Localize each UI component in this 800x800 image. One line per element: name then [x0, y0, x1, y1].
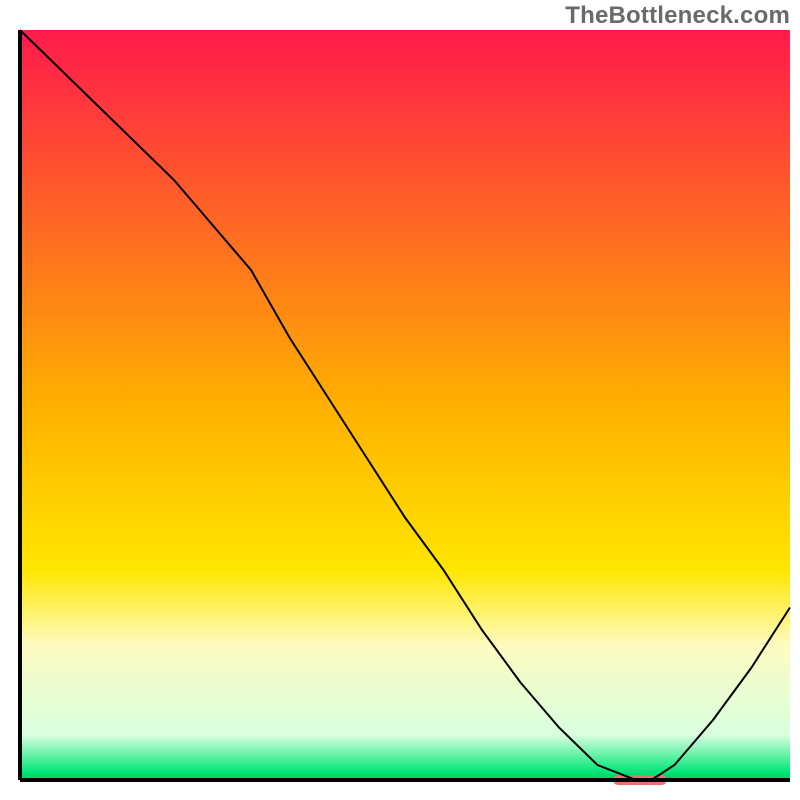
bottleneck-chart: [0, 0, 800, 800]
watermark-text: TheBottleneck.com: [565, 2, 790, 30]
chart-container: TheBottleneck.com: [0, 0, 800, 800]
